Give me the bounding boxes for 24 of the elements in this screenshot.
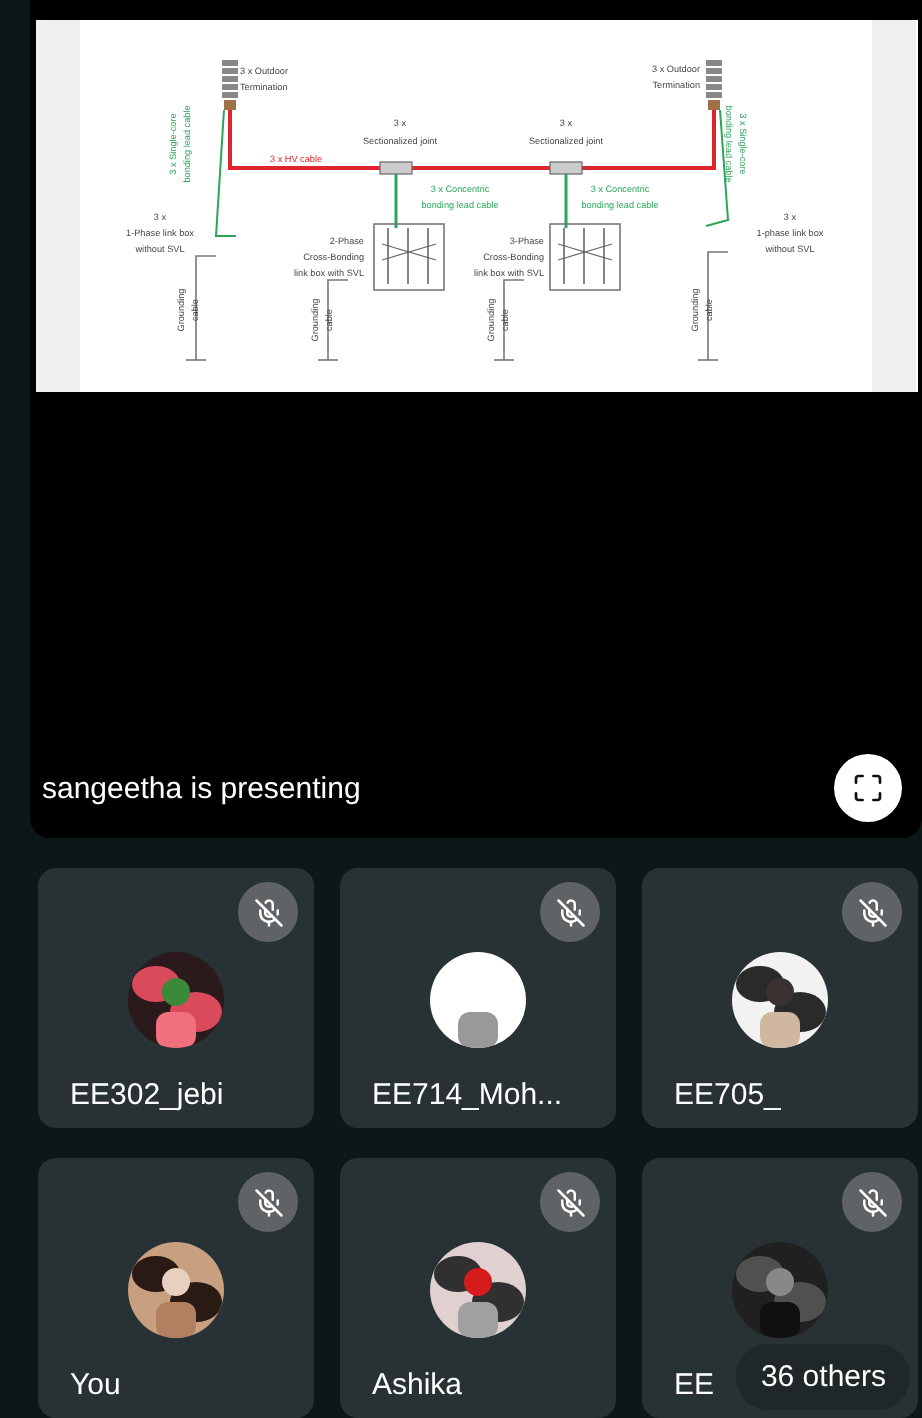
participant-name: You bbox=[70, 1368, 121, 1402]
fullscreen-icon bbox=[852, 772, 884, 804]
participant-name: EE705_ bbox=[674, 1078, 781, 1112]
bonding-lead-line bbox=[705, 109, 730, 227]
participant-name: EE714_Moh... bbox=[372, 1078, 563, 1112]
others-badge[interactable]: 36 others bbox=[736, 1344, 910, 1410]
participant-name: EE302_jebi bbox=[70, 1078, 224, 1112]
participant-name: EE bbox=[674, 1368, 715, 1402]
participant-name: Ashika bbox=[372, 1368, 463, 1402]
joint-drawing bbox=[549, 161, 583, 175]
bonding-lead-line bbox=[214, 109, 237, 237]
termination-drawing bbox=[706, 60, 722, 110]
termination-drawing bbox=[222, 60, 238, 110]
bonding-lead-line bbox=[564, 174, 568, 228]
grounding-line-drawing bbox=[697, 251, 729, 361]
presenter-caption: sangeetha is presenting bbox=[42, 771, 361, 805]
link-box-drawing bbox=[549, 223, 621, 291]
fullscreen-button[interactable] bbox=[834, 754, 902, 822]
joint-drawing bbox=[379, 161, 413, 175]
grounding-line-drawing bbox=[317, 279, 349, 361]
grounding-line-drawing bbox=[493, 279, 525, 361]
bonding-lead-line bbox=[394, 174, 398, 228]
grounding-line-drawing bbox=[185, 255, 217, 361]
link-box-drawing bbox=[373, 223, 445, 291]
